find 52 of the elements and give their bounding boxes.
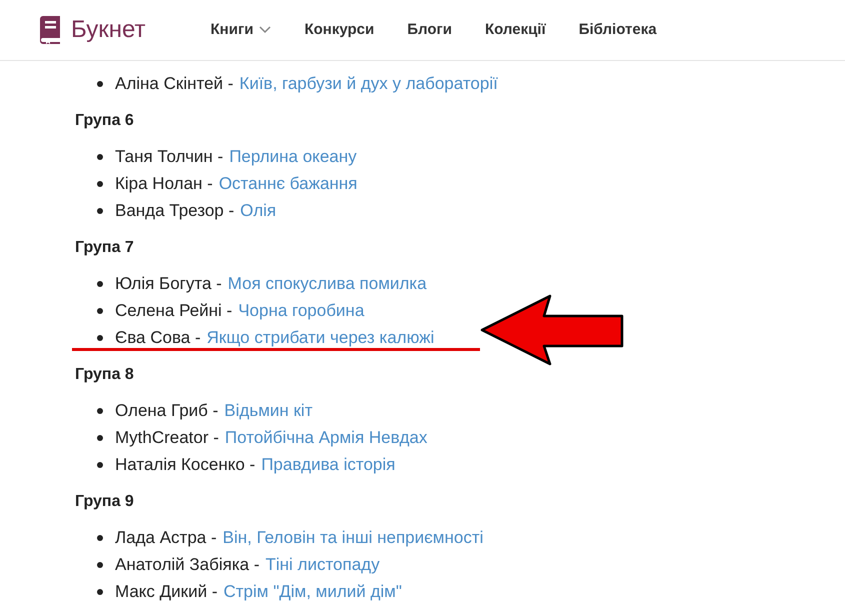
bullet-icon	[97, 534, 103, 540]
group-heading: Група 7	[75, 238, 135, 258]
group-heading: Група 8	[75, 365, 135, 385]
author-name: Кіра Нолан -	[115, 172, 213, 195]
bullet-icon	[97, 408, 103, 414]
bullet-icon	[97, 280, 103, 286]
author-name: Аліна Скінтей -	[115, 72, 234, 95]
bullet-icon	[97, 308, 103, 314]
book-title-link[interactable]: Перлина океану	[229, 144, 357, 170]
author-name: Наталія Косенко -	[115, 454, 256, 476]
author-name: Анатолій Забіяка -	[115, 554, 260, 576]
author-name: Селена Рейні -	[115, 300, 232, 322]
bullet-icon	[97, 180, 103, 186]
group-heading: Група 6	[75, 111, 135, 131]
author-name: Лада Астра -	[115, 526, 217, 549]
author-name: Юлія Богута -	[115, 272, 222, 295]
bullet-icon	[97, 462, 103, 468]
nav-link[interactable]: Блоги	[407, 18, 452, 42]
book-title-link[interactable]: Моя спокуслива помилка	[228, 270, 427, 296]
bullet-icon	[97, 208, 103, 214]
author-name: Олена Гриб -	[115, 400, 218, 422]
book-title-link[interactable]: Правдива історія	[261, 452, 396, 478]
book-title-link[interactable]: Київ, гарбузи й дух у лабораторії	[239, 70, 498, 96]
book-title-link[interactable]: Останнє бажання	[218, 170, 358, 196]
site-logo-text[interactable]: Букнет	[71, 12, 146, 48]
book-title-link[interactable]: Олія	[240, 198, 276, 224]
author-name: Ванда Трезор -	[115, 200, 234, 222]
nav-link[interactable]: Бібліотека	[578, 18, 657, 42]
pointing-arrow-icon	[480, 294, 624, 366]
nav-link[interactable]: Книги	[210, 18, 272, 42]
author-name: Таня Толчин -	[115, 146, 224, 168]
book-title-link[interactable]: Якщо стрибати через калюжі	[206, 324, 434, 350]
bullet-icon	[97, 434, 103, 440]
bullet-icon	[97, 80, 103, 86]
chevron-down-icon	[259, 26, 272, 34]
book-title-link[interactable]: Потойбічна Армія Невдах	[224, 424, 428, 450]
nav-link[interactable]: Конкурси	[304, 18, 374, 42]
book-title-link[interactable]: Стрім "Дім, милий дім"	[223, 578, 402, 604]
bullet-icon	[97, 334, 103, 340]
book-logo-icon	[37, 16, 63, 44]
bullet-icon	[97, 588, 103, 594]
author-name: Єва Сова -	[115, 326, 201, 349]
book-title-link[interactable]: Відьмин кіт	[224, 398, 312, 424]
book-title-link[interactable]: Чорна горобина	[238, 298, 364, 324]
author-name: Макс Дикий -	[115, 580, 218, 603]
book-title-link[interactable]: Він, Геловін та інші неприємності	[222, 524, 484, 550]
bullet-icon	[97, 154, 103, 160]
group-heading: Група 9	[75, 492, 135, 512]
nav-link[interactable]: Колекції	[484, 18, 546, 42]
bullet-icon	[97, 562, 103, 568]
author-name: MythCreator -	[115, 426, 219, 449]
book-title-link[interactable]: Тіні листопаду	[266, 552, 380, 578]
